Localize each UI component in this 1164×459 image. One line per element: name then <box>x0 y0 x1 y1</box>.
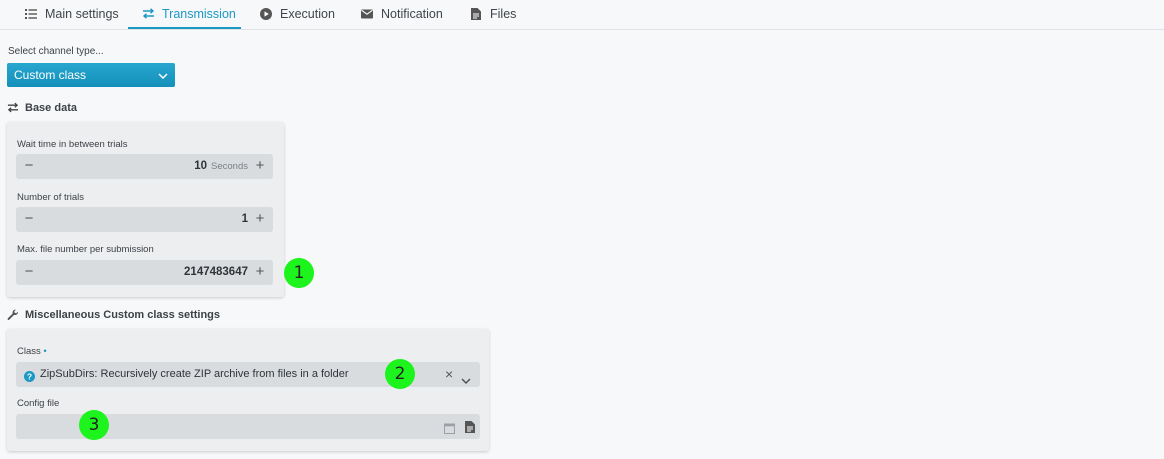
max-files-stepper[interactable]: − 2147483647 + <box>16 260 273 285</box>
increment-button[interactable]: + <box>253 264 267 280</box>
max-files-value: 2147483647 <box>184 266 248 278</box>
list-icon <box>24 7 38 21</box>
config-file-label: Config file <box>17 398 60 409</box>
required-mark: • <box>43 346 47 357</box>
trials-value: 1 <box>241 213 248 225</box>
decrement-button[interactable]: − <box>22 211 36 227</box>
max-files-label: Max. file number per submission <box>17 244 154 255</box>
misc-title: Miscellaneous Custom class settings <box>25 309 221 321</box>
tab-label: Transmission <box>162 6 236 21</box>
misc-heading: Miscellaneous Custom class settings <box>7 309 220 321</box>
channel-type-select[interactable]: Custom class <box>7 63 175 87</box>
envelope-icon <box>360 7 374 21</box>
tab-label: Notification <box>381 6 443 21</box>
decrement-button[interactable]: − <box>22 158 36 174</box>
base-data-title: Base data <box>25 102 77 114</box>
chevron-down-icon[interactable] <box>461 371 471 389</box>
wait-time-unit: Seconds <box>211 161 248 172</box>
tab-files[interactable]: Files <box>455 0 530 27</box>
channel-type-value: Custom class <box>14 68 87 82</box>
tab-main-settings[interactable]: Main settings <box>10 0 133 27</box>
tab-notification[interactable]: Notification <box>346 0 457 27</box>
base-data-heading: Base data <box>7 102 77 114</box>
tab-label: Files <box>490 6 517 21</box>
tab-bar: Main settings Transmission Execution Not… <box>0 0 1164 30</box>
class-label: Class • <box>17 346 47 357</box>
trials-stepper[interactable]: − 1 + <box>16 207 273 232</box>
annotation-marker-3: 3 <box>79 410 109 440</box>
tab-label: Main settings <box>45 6 119 21</box>
annotation-marker-2: 2 <box>385 359 415 389</box>
chevron-down-icon <box>158 68 168 82</box>
wait-time-label: Wait time in between trials <box>17 139 128 150</box>
clear-icon[interactable]: × <box>445 366 453 382</box>
class-label-text: Class <box>17 346 41 357</box>
wait-time-number: 10 <box>194 160 208 172</box>
tab-execution[interactable]: Execution <box>245 0 349 27</box>
tab-label: Execution <box>280 6 335 21</box>
base-data-card: Wait time in between trials − 10 Seconds … <box>7 122 284 297</box>
transfer-arrows-icon <box>7 102 19 114</box>
channel-type-label: Select channel type... <box>8 46 104 57</box>
tab-transmission[interactable]: Transmission <box>128 0 241 29</box>
wait-time-value: 10 Seconds <box>194 160 248 172</box>
play-circle-icon <box>259 7 273 21</box>
wrench-icon <box>7 309 19 321</box>
file-icon <box>469 7 483 21</box>
trials-label: Number of trials <box>17 192 85 203</box>
increment-button[interactable]: + <box>253 158 267 174</box>
annotation-marker-1: 1 <box>284 258 314 288</box>
increment-button[interactable]: + <box>253 211 267 227</box>
file-icon[interactable] <box>465 420 475 438</box>
decrement-button[interactable]: − <box>22 264 36 280</box>
calendar-icon[interactable] <box>444 421 455 439</box>
class-value: ZipSubDirs: Recursively create ZIP archi… <box>40 368 349 380</box>
wait-time-stepper[interactable]: − 10 Seconds + <box>16 154 273 179</box>
transfer-arrows-icon <box>142 7 155 21</box>
help-icon: ? <box>24 369 35 387</box>
svg-text:?: ? <box>27 372 32 382</box>
